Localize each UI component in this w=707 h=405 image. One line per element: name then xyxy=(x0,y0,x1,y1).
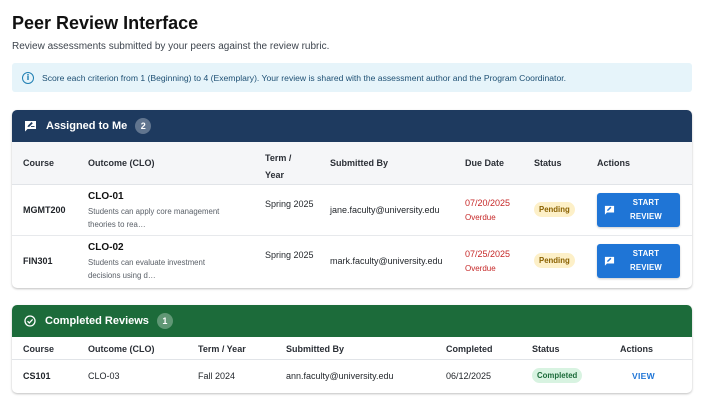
submitted-by-cell: ann.faculty@university.edu xyxy=(286,371,394,381)
column-header-actions: Actions xyxy=(620,344,654,354)
clo-id: CLO-02 xyxy=(88,242,124,253)
course-cell: MGMT200 xyxy=(23,205,66,215)
page-title: Peer Review Interface xyxy=(12,13,199,33)
rate-review-icon xyxy=(604,256,615,266)
completed-card-title: Completed Reviews xyxy=(45,315,149,327)
table-row: CS101 CLO-03 Fall 2024 ann.faculty@unive… xyxy=(12,360,692,392)
status-badge: Pending xyxy=(534,253,575,268)
outcome-cell: CLO-02 Students can evaluate investment … xyxy=(88,242,238,282)
assigned-reviews-card: Assigned to Me 2 Course Outcome (CLO) Te… xyxy=(12,110,692,288)
column-header-status: Status xyxy=(534,158,562,168)
due-date: 07/25/2025 xyxy=(465,249,511,259)
column-header-submitted-by: Submitted By xyxy=(330,158,389,168)
term-cell: Spring 2025 xyxy=(265,250,314,260)
column-header-due-date: Due Date xyxy=(465,158,505,168)
status-badge: Pending xyxy=(534,202,575,217)
assigned-card-title: Assigned to Me xyxy=(46,120,128,132)
button-label-line2: REVIEW xyxy=(630,263,662,272)
start-review-label: START REVIEW xyxy=(617,196,675,224)
start-review-button[interactable]: START REVIEW xyxy=(597,244,680,278)
due-date-cell: 07/25/2025 Overdue xyxy=(465,249,510,273)
info-alert: i Score each criterion from 1 (Beginning… xyxy=(12,63,692,92)
outcome-cell: CLO-01 Students can apply core managemen… xyxy=(88,191,238,231)
completed-table-header: Course Outcome (CLO) Term / Year Submitt… xyxy=(12,337,692,360)
assigned-count-badge: 2 xyxy=(135,118,152,134)
status-cell: Completed xyxy=(532,368,583,383)
button-label-line1: START xyxy=(632,249,660,258)
column-header-outcome: Outcome (CLO) xyxy=(88,158,155,168)
button-label-line1: START xyxy=(632,198,660,207)
overdue-label: Overdue xyxy=(465,213,496,222)
submitted-by-cell: jane.faculty@university.edu xyxy=(330,205,440,215)
term-cell: Spring 2025 xyxy=(265,199,314,209)
clo-id: CLO-01 xyxy=(88,191,124,202)
course-cell: FIN301 xyxy=(23,256,53,266)
column-header-term-line1: Term / xyxy=(265,153,292,163)
assigned-card-header: Assigned to Me 2 xyxy=(12,110,692,142)
table-row: MGMT200 CLO-01 Students can apply core m… xyxy=(12,185,692,236)
completed-reviews-card: Completed Reviews 1 Course Outcome (CLO)… xyxy=(12,305,692,393)
start-review-label: START REVIEW xyxy=(617,247,675,275)
check-circle-icon xyxy=(24,315,36,327)
submitted-by-cell: mark.faculty@university.edu xyxy=(330,256,443,266)
table-row: FIN301 CLO-02 Students can evaluate inve… xyxy=(12,236,692,287)
column-header-term-line2: Year xyxy=(265,170,285,180)
column-header-course: Course xyxy=(23,344,55,354)
assigned-table-header: Course Outcome (CLO) Term / Year Submitt… xyxy=(12,142,692,185)
due-date: 07/20/2025 xyxy=(465,198,511,208)
rate-review-icon xyxy=(24,120,37,132)
column-header-actions: Actions xyxy=(597,158,631,168)
info-alert-text: Score each criterion from 1 (Beginning) … xyxy=(42,72,566,83)
clo-description: Students can apply core management theor… xyxy=(88,207,220,229)
due-date-cell: 07/20/2025 Overdue xyxy=(465,198,510,222)
term-cell: Fall 2024 xyxy=(198,371,236,381)
status-cell: Pending xyxy=(534,202,575,217)
column-header-course: Course xyxy=(23,158,55,168)
outcome-cell: CLO-03 xyxy=(88,371,120,381)
rate-review-icon xyxy=(604,205,615,215)
overdue-label: Overdue xyxy=(465,264,496,273)
status-badge: Completed xyxy=(532,368,583,383)
page-subtitle: Review assessments submitted by your pee… xyxy=(12,41,330,52)
column-header-submitted-by: Submitted By xyxy=(286,344,345,354)
clo-description: Students can evaluate investment decisio… xyxy=(88,258,206,280)
column-header-status: Status xyxy=(532,344,560,354)
completed-card-header: Completed Reviews 1 xyxy=(12,305,692,337)
column-header-term: Term / Year xyxy=(198,344,246,354)
completed-date-cell: 06/12/2025 xyxy=(446,371,492,381)
view-link[interactable]: VIEW xyxy=(632,371,655,381)
column-header-term: Term / Year xyxy=(265,150,291,184)
column-header-outcome: Outcome (CLO) xyxy=(88,344,155,354)
status-cell: Pending xyxy=(534,253,575,268)
start-review-button[interactable]: START REVIEW xyxy=(597,193,680,227)
info-icon: i xyxy=(22,71,34,84)
button-label-line2: REVIEW xyxy=(630,212,662,221)
completed-count-badge: 1 xyxy=(156,313,173,329)
column-header-completed: Completed xyxy=(446,344,493,354)
course-cell: CS101 xyxy=(23,371,51,381)
